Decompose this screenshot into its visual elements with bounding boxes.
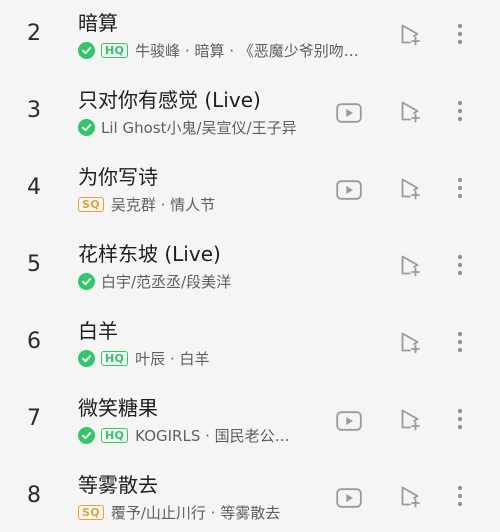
add-to-playlist-icon[interactable] xyxy=(397,21,423,47)
mv-play-icon[interactable] xyxy=(334,410,364,432)
more-vertical-icon[interactable] xyxy=(450,481,470,511)
song-meta: SQ 吴克群 · 情人节 xyxy=(78,193,215,215)
more-vertical-icon[interactable] xyxy=(450,173,470,203)
song-title[interactable]: 只对你有感觉 (Live) xyxy=(78,84,261,113)
song-artist: 牛骏峰 · 暗算 · 《恶魔少爷别吻… xyxy=(135,41,359,60)
song-title[interactable]: 白羊 xyxy=(78,315,118,344)
song-meta: Lil Ghost小鬼/吴宣仪/王子异 xyxy=(78,116,297,138)
song-row[interactable]: 2 暗算 HQ 牛骏峰 · 暗算 · 《恶魔少爷别吻… xyxy=(0,0,500,76)
song-row[interactable]: 4 为你写诗 SQ 吴克群 · 情人节 xyxy=(0,153,500,230)
song-rank: 7 xyxy=(27,406,41,431)
quality-badge: SQ xyxy=(78,504,104,520)
song-artist: 叶辰 · 白羊 xyxy=(135,349,210,368)
song-artist: KOGIRLS · 国民老公… xyxy=(135,426,290,445)
song-meta: SQ 覆予/山止川行 · 等雾散去 xyxy=(78,501,280,523)
quality-badge: SQ xyxy=(78,196,104,212)
song-title[interactable]: 花样东坡 (Live) xyxy=(78,238,221,267)
add-to-playlist-icon[interactable] xyxy=(397,175,423,201)
song-meta: HQ 叶辰 · 白羊 xyxy=(78,347,209,369)
add-to-playlist-icon[interactable] xyxy=(397,329,423,355)
mv-play-icon[interactable] xyxy=(334,102,364,124)
song-title[interactable]: 等雾散去 xyxy=(78,469,158,498)
more-vertical-icon[interactable] xyxy=(450,404,470,434)
add-to-playlist-icon[interactable] xyxy=(397,483,423,509)
add-to-playlist-icon[interactable] xyxy=(397,98,423,124)
song-title[interactable]: 微笑糖果 xyxy=(78,392,158,421)
song-row[interactable]: 6 白羊 HQ 叶辰 · 白羊 xyxy=(0,307,500,384)
quality-badge: HQ xyxy=(101,427,129,443)
song-meta: HQ KOGIRLS · 国民老公… xyxy=(78,424,290,446)
song-rank: 4 xyxy=(27,175,41,200)
song-title[interactable]: 暗算 xyxy=(78,7,118,36)
song-row[interactable]: 8 等雾散去 SQ 覆予/山止川行 · 等雾散去 xyxy=(0,461,500,532)
add-to-playlist-icon[interactable] xyxy=(397,252,423,278)
song-rank: 6 xyxy=(27,329,41,354)
quality-badge: HQ xyxy=(101,350,129,366)
song-rank: 2 xyxy=(27,21,41,46)
check-circle-icon xyxy=(78,426,95,444)
song-artist: 吴克群 · 情人节 xyxy=(110,195,216,214)
song-rank: 5 xyxy=(27,252,41,277)
song-row[interactable]: 7 微笑糖果 HQ KOGIRLS · 国民老公… xyxy=(0,384,500,461)
check-circle-icon xyxy=(78,118,95,136)
song-meta: 白宇/范丞丞/段美洋 xyxy=(78,270,231,292)
song-row[interactable]: 3 只对你有感觉 (Live) Lil Ghost小鬼/吴宣仪/王子异 xyxy=(0,76,500,153)
check-circle-icon xyxy=(78,272,95,290)
more-vertical-icon[interactable] xyxy=(450,250,470,280)
song-row[interactable]: 5 花样东坡 (Live) 白宇/范丞丞/段美洋 xyxy=(0,230,500,307)
more-vertical-icon[interactable] xyxy=(450,327,470,357)
mv-play-icon[interactable] xyxy=(334,179,364,201)
mv-play-icon[interactable] xyxy=(334,487,364,509)
song-rank: 3 xyxy=(27,98,41,123)
song-rank: 8 xyxy=(27,483,41,508)
check-circle-icon xyxy=(78,41,95,59)
quality-badge: HQ xyxy=(101,42,129,58)
song-artist: 白宇/范丞丞/段美洋 xyxy=(101,272,232,291)
song-artist: 覆予/山止川行 · 等雾散去 xyxy=(110,503,281,522)
add-to-playlist-icon[interactable] xyxy=(397,406,423,432)
check-circle-icon xyxy=(78,349,95,367)
more-vertical-icon[interactable] xyxy=(450,19,470,49)
more-vertical-icon[interactable] xyxy=(450,96,470,126)
song-meta: HQ 牛骏峰 · 暗算 · 《恶魔少爷别吻… xyxy=(78,39,359,61)
song-artist: Lil Ghost小鬼/吴宣仪/王子异 xyxy=(101,118,297,137)
song-title[interactable]: 为你写诗 xyxy=(78,161,158,190)
